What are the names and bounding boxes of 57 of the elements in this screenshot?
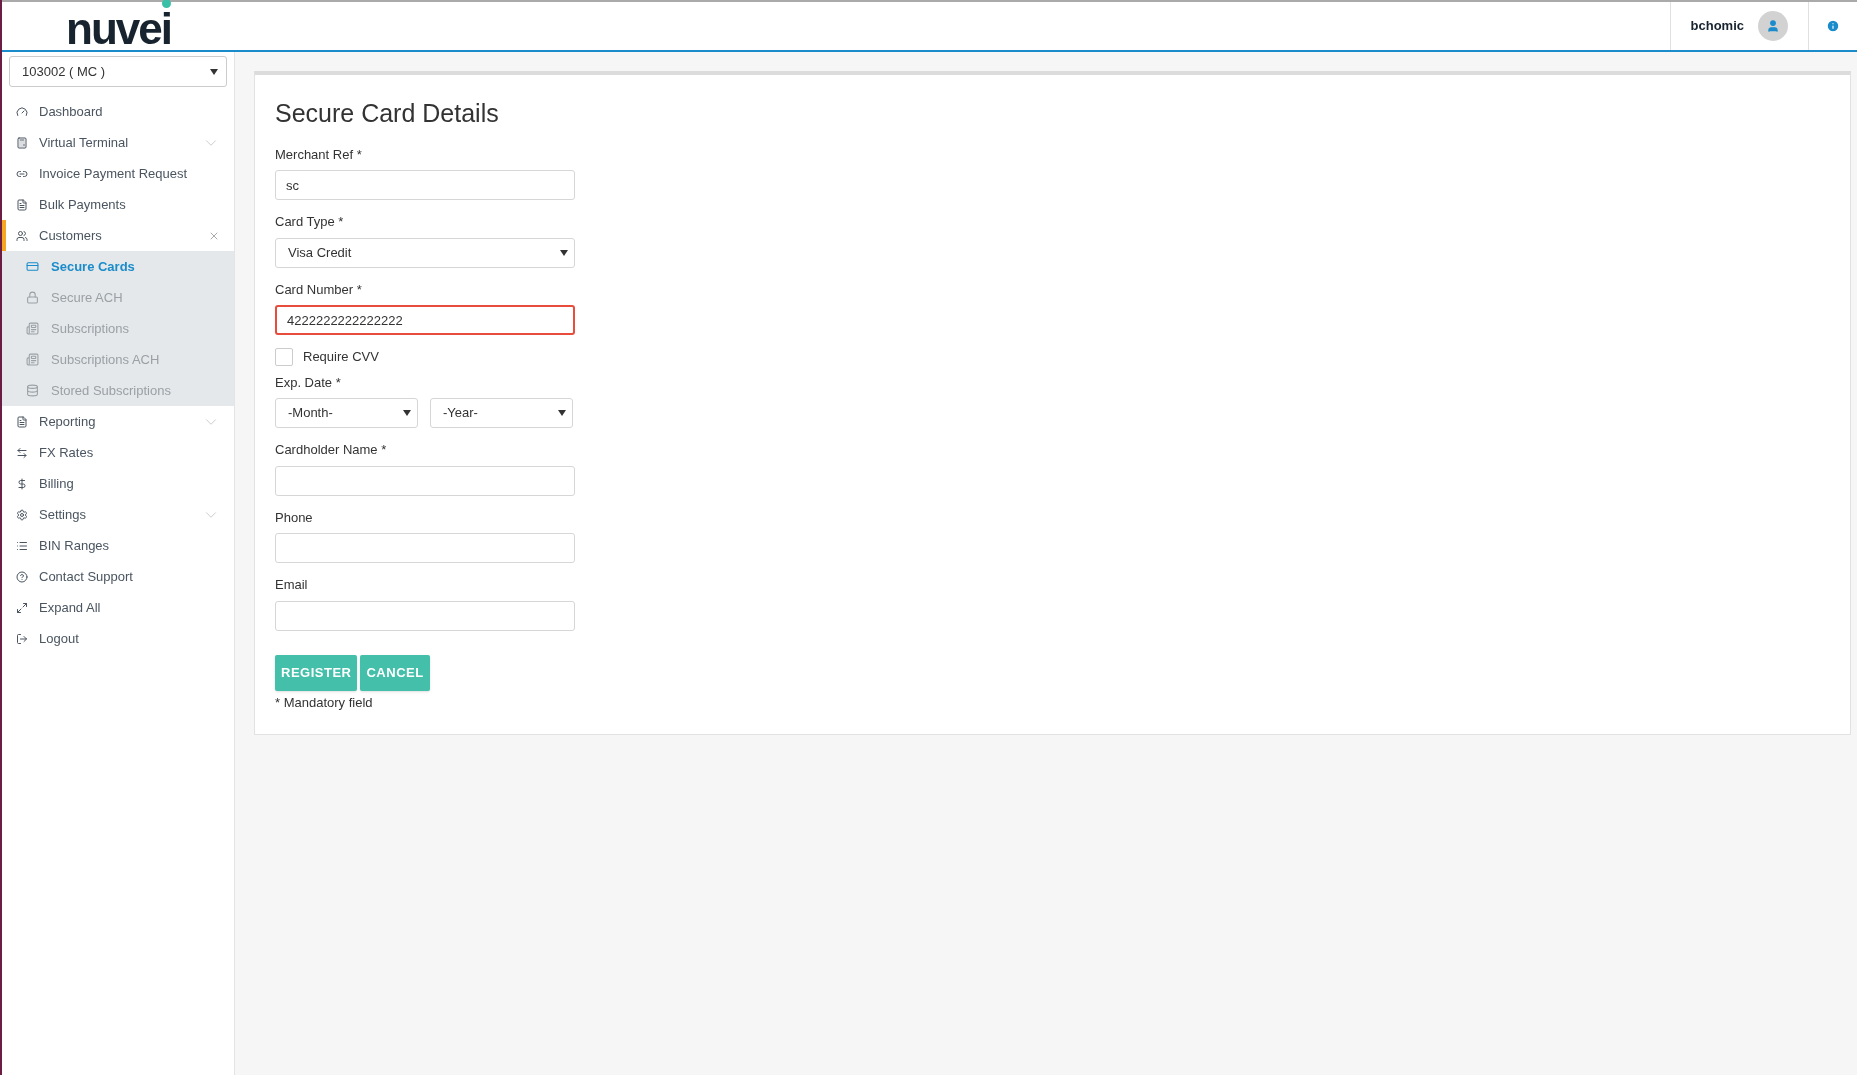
sidebar-item[interactable]: Virtual Terminal (2, 127, 234, 158)
arrows-icon (16, 446, 28, 459)
caret-icon (560, 249, 568, 256)
checkbox-label: Require CVV (303, 348, 379, 366)
field-label: Exp. Date * (275, 373, 342, 392)
database-icon (26, 384, 39, 397)
card-icon (26, 260, 39, 273)
form-title: Secure Card Details (275, 98, 500, 129)
logout-icon (16, 632, 28, 645)
checkbox[interactable] (275, 347, 293, 366)
field-label: Merchant Ref * (275, 145, 363, 164)
field-label: Phone (275, 508, 314, 527)
field-label: Email (275, 576, 309, 594)
sidebar-item[interactable]: Invoice Payment Request (2, 158, 234, 189)
document-icon (16, 198, 28, 211)
users-icon (16, 229, 28, 242)
lock-icon (26, 291, 39, 304)
card-type-select[interactable]: Visa Credit (275, 237, 575, 268)
list-icon (16, 539, 28, 552)
sidebar-item[interactable]: FX Rates (2, 437, 234, 468)
field-label: Cardholder Name * (275, 441, 388, 459)
dollar-icon (16, 477, 28, 490)
input-field[interactable]: 4222222222222222 (275, 305, 575, 335)
mandatory-note: * Mandatory field (275, 693, 374, 712)
sidebar-item[interactable]: Bulk Payments (2, 189, 234, 220)
caret-icon (403, 410, 411, 416)
expand-icon (16, 601, 28, 614)
caret-icon (210, 68, 218, 75)
caret-icon (558, 410, 566, 416)
username: bchomic (1690, 17, 1744, 36)
info-icon[interactable] (1826, 19, 1840, 33)
user-avatar[interactable] (1758, 11, 1788, 41)
sidebar-item[interactable]: Logout (2, 623, 234, 654)
input-field[interactable] (275, 533, 575, 563)
document-icon (16, 415, 28, 428)
sidebar-item[interactable]: Dashboard (2, 96, 234, 127)
month-select[interactable]: -Month- (275, 398, 418, 428)
input-field[interactable] (275, 600, 575, 631)
field-label: Card Number * (275, 280, 363, 299)
gears-icon (16, 508, 28, 521)
gauge-icon (16, 105, 28, 118)
logo[interactable]: nuvei (66, 1, 171, 51)
newspaper-icon (26, 353, 39, 366)
calculator-icon (16, 136, 28, 149)
help-icon (16, 570, 28, 583)
account-select[interactable]: 103002 ( MC ) (9, 56, 227, 87)
sidebar-item[interactable]: Expand All (2, 592, 234, 623)
sidebar-item[interactable]: BIN Ranges (2, 530, 234, 561)
input-field[interactable]: sc (275, 170, 575, 200)
year-select[interactable]: -Year- (430, 398, 573, 428)
field-label: Card Type * (275, 213, 345, 231)
sidebar-item[interactable]: Contact Support (2, 561, 234, 592)
sidebar-item[interactable]: Reporting (2, 406, 234, 437)
newspaper-icon (26, 322, 39, 335)
input-field[interactable] (275, 465, 575, 496)
sidebar-item[interactable]: Billing (2, 468, 234, 499)
sidebar-item[interactable]: Settings (2, 499, 234, 530)
